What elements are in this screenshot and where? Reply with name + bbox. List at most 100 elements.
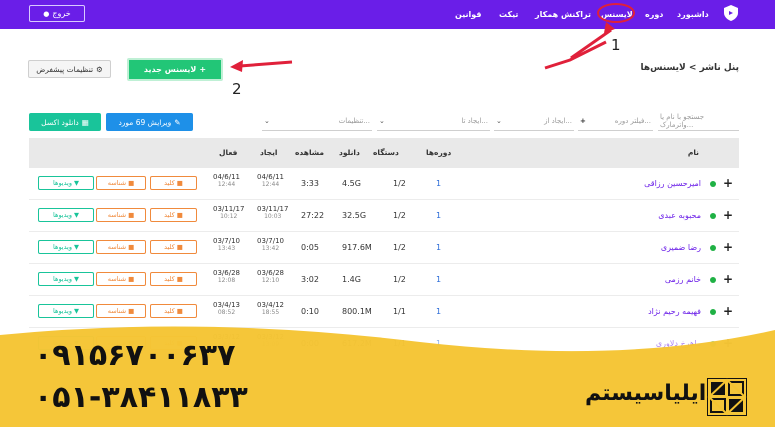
videos-button[interactable]: ویدیوها▼	[38, 304, 94, 318]
videos-label: ویدیوها	[53, 243, 72, 251]
chevron-down-icon: ⌄	[264, 116, 270, 125]
device-count: 1/2	[393, 179, 406, 188]
courses-count[interactable]: 1	[436, 243, 441, 252]
nav-ticket[interactable]: تیکت	[499, 0, 518, 29]
col-created[interactable]: ایجاد	[260, 148, 277, 157]
created-to-filter[interactable]: ⌄ ایجاد تا...	[377, 111, 490, 131]
videos-button[interactable]: ویدیوها▼	[38, 208, 94, 222]
license-name-link[interactable]: خانم رزمی	[665, 275, 701, 284]
col-device[interactable]: دستگاه	[373, 148, 399, 157]
license-name-link[interactable]: محبوبه عبدی	[658, 211, 701, 220]
device-count: 1/2	[393, 275, 406, 284]
id-button[interactable]: شناسه■	[96, 208, 146, 222]
nav-partner[interactable]: همکار	[535, 0, 558, 29]
license-name-link[interactable]: امیرحسین رزاقی	[644, 179, 701, 188]
default-settings-label: تنظیمات پیشفرض	[36, 64, 94, 74]
videos-label: ویدیوها	[53, 179, 72, 187]
document-icon: ■	[128, 211, 135, 219]
col-active[interactable]: فعال	[219, 148, 237, 157]
active-time: 12:44	[217, 181, 236, 188]
download-excel-button[interactable]: دانلود اکسل ▦	[29, 113, 101, 131]
device-count: 1/2	[393, 211, 406, 220]
bulk-edit-button[interactable]: ویرایش 69 مورد ✎	[106, 113, 193, 131]
col-name[interactable]: نام	[688, 148, 699, 157]
license-name-link[interactable]: رضا ضمیری	[661, 243, 701, 252]
key-button[interactable]: کلید■	[150, 176, 197, 190]
table-header: نام دوره‌ها دستگاه دانلود مشاهده ایجاد ف…	[29, 138, 739, 168]
active-datetime: 03/7/10 13:43	[213, 237, 240, 253]
table-row: + خانم رزمی 1 1/2 1.4G 3:02 03/6/28 12:10 03/6/2…	[29, 264, 739, 296]
download-icon: ▼	[73, 211, 79, 219]
expand-row-icon[interactable]: +	[723, 208, 733, 222]
created-datetime: 03/6/28 12:10	[257, 269, 284, 285]
plus-icon: +	[580, 116, 586, 125]
key-label: کلید	[164, 275, 175, 283]
active-nav-caret	[611, 24, 619, 28]
course-filter[interactable]: + فیلتر دوره...	[578, 111, 653, 131]
id-button[interactable]: شناسه■	[96, 240, 146, 254]
document-icon: ■	[176, 179, 183, 187]
phone-number-mobile: ۰۹۱۵۶۷۰۰۶۳۷	[34, 338, 236, 373]
created-date: 03/11/17	[257, 205, 289, 213]
device-count: 1/2	[393, 243, 406, 252]
created-date: 03/6/28	[257, 269, 284, 277]
logout-button[interactable]: ● خروج	[29, 5, 85, 22]
key-button[interactable]: کلید■	[150, 208, 197, 222]
created-to-label: ایجاد تا...	[461, 116, 488, 125]
created-datetime: 03/7/10 13:42	[257, 237, 284, 253]
default-settings-button[interactable]: تنظیمات پیشفرض ⚙	[28, 60, 111, 78]
id-button[interactable]: شناسه■	[96, 176, 146, 190]
col-views[interactable]: مشاهده	[295, 148, 324, 157]
courses-count[interactable]: 1	[436, 307, 441, 316]
expand-row-icon[interactable]: +	[723, 240, 733, 254]
created-datetime: 03/11/17 10:03	[257, 205, 288, 221]
document-icon: ■	[176, 275, 183, 283]
key-button[interactable]: کلید■	[150, 272, 197, 286]
license-name-link[interactable]: فهیمه رحیم نژاد	[648, 307, 701, 316]
key-button[interactable]: کلید■	[150, 240, 197, 254]
id-button[interactable]: شناسه■	[96, 272, 146, 286]
videos-button[interactable]: ویدیوها▼	[38, 176, 94, 190]
annotation-arrow-1	[544, 40, 607, 70]
expand-row-icon[interactable]: +	[723, 272, 733, 286]
nav-dashboard[interactable]: داشبورد	[677, 0, 709, 29]
courses-count[interactable]: 1	[436, 179, 441, 188]
created-time: 12:44	[261, 181, 280, 188]
created-time: 12:10	[261, 277, 280, 284]
nav-transaction[interactable]: تراکنش	[561, 0, 591, 29]
shield-logo-icon[interactable]	[724, 5, 738, 21]
download-size: 1.4G	[342, 275, 361, 284]
expand-row-icon[interactable]: +	[723, 176, 733, 190]
table-row: + محبوبه عبدی 1 1/2 32.5G 27:22 03/11/17 10:03 0…	[29, 200, 739, 232]
search-input[interactable]: جستجو با نام یا واترمارک...	[658, 111, 739, 131]
settings-filter[interactable]: ⌄ تنظیمات...	[262, 111, 372, 131]
new-license-label: لایسنس جدید	[143, 65, 197, 74]
id-label: شناسه	[107, 211, 127, 219]
table-row: + رضا ضمیری 1 1/2 917.6M 0:05 03/7/10 13:42 03/7…	[29, 232, 739, 264]
col-courses[interactable]: دوره‌ها	[426, 148, 451, 157]
videos-button[interactable]: ویدیوها▼	[38, 272, 94, 286]
col-download[interactable]: دانلود	[339, 148, 360, 157]
excel-icon: ▦	[81, 117, 89, 127]
nav-rules[interactable]: قوانین	[455, 0, 481, 29]
view-time: 3:02	[301, 275, 319, 284]
active-time: 13:43	[217, 245, 236, 252]
key-button[interactable]: کلید■	[150, 304, 197, 318]
created-date: 03/7/10	[257, 237, 284, 245]
download-size: 32.5G	[342, 211, 367, 220]
nav-course[interactable]: دوره	[645, 0, 663, 29]
course-filter-label: فیلتر دوره...	[614, 116, 651, 125]
id-button[interactable]: شناسه■	[96, 304, 146, 318]
pencil-icon: ✎	[174, 117, 181, 127]
new-license-button[interactable]: لایسنس جدید +	[127, 58, 223, 81]
created-from-filter[interactable]: ⌄ ایجاد از...	[494, 111, 574, 131]
expand-row-icon[interactable]: +	[723, 304, 733, 318]
search-label: جستجو با نام یا واترمارک...	[660, 112, 705, 129]
active-datetime: 03/11/17 10:12	[213, 205, 244, 221]
chevron-down-icon: ⌄	[379, 116, 385, 125]
courses-count[interactable]: 1	[436, 275, 441, 284]
videos-button[interactable]: ویدیوها▼	[38, 240, 94, 254]
courses-count[interactable]: 1	[436, 211, 441, 220]
user-icon: ●	[43, 9, 50, 18]
id-label: شناسه	[107, 275, 127, 283]
